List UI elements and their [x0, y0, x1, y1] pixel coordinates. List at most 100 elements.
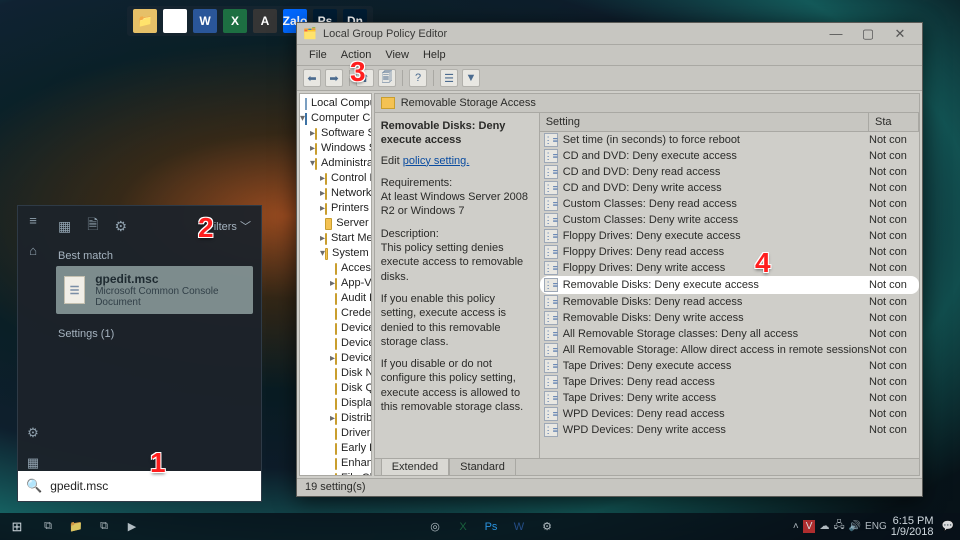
- properties-button[interactable]: ☰: [440, 69, 458, 87]
- setting-row[interactable]: ⋮≡Floppy Drives: Deny write accessNot co…: [540, 260, 919, 276]
- tree-node[interactable]: ▸Credentials Delegation: [300, 306, 371, 321]
- setting-row[interactable]: ⋮≡WPD Devices: Deny read accessNot con: [540, 406, 919, 422]
- titlebar[interactable]: 🗂️ Local Group Policy Editor — ▢ ✕: [297, 23, 922, 45]
- forward-button[interactable]: ➡: [325, 69, 343, 87]
- menu-help[interactable]: Help: [417, 47, 452, 63]
- scope-all-icon[interactable]: ≡: [25, 212, 41, 228]
- minimize-button[interactable]: —: [820, 26, 852, 41]
- maximize-button[interactable]: ▢: [852, 26, 884, 42]
- setting-row[interactable]: ⋮≡Set time (in seconds) to force rebootN…: [540, 132, 919, 148]
- col-state[interactable]: Sta: [869, 113, 919, 131]
- scope-apps-icon[interactable]: ▦: [25, 455, 41, 471]
- search-input[interactable]: [50, 479, 253, 493]
- tree-node[interactable]: ▸App-V: [300, 276, 371, 291]
- settings-list[interactable]: Setting Sta ⋮≡Set time (in seconds) to f…: [540, 113, 919, 458]
- tree-node[interactable]: ▸Disk NV Cache: [300, 366, 371, 381]
- tree-node[interactable]: ▾System: [300, 246, 371, 261]
- clock[interactable]: 6:15 PM 1/9/2018: [891, 516, 938, 538]
- taskview-icon[interactable]: ⧉: [34, 516, 62, 538]
- tree-node[interactable]: ▸Device Health Attestation Service: [300, 336, 371, 351]
- tree-node[interactable]: ▸Device Guard: [300, 321, 371, 336]
- settings2-icon[interactable]: ⚙: [533, 516, 561, 538]
- settings-icon[interactable]: ⚙: [115, 218, 128, 235]
- tree-node[interactable]: ▸Device Installation: [300, 351, 371, 366]
- tray-network-icon[interactable]: 🖧: [833, 518, 844, 535]
- setting-row[interactable]: ⋮≡Floppy Drives: Deny execute accessNot …: [540, 228, 919, 244]
- app-word-icon[interactable]: W: [193, 9, 217, 33]
- menu-view[interactable]: View: [379, 47, 415, 63]
- setting-row[interactable]: ⋮≡Custom Classes: Deny write accessNot c…: [540, 212, 919, 228]
- tree-node[interactable]: ▸Software Settings: [300, 126, 371, 141]
- vscode-icon[interactable]: ⧉: [90, 516, 118, 538]
- tree-node[interactable]: ▸Distributed COM: [300, 411, 371, 426]
- tree-node[interactable]: ▸Network: [300, 186, 371, 201]
- tree-node[interactable]: ▸Start Menu and Taskbar: [300, 231, 371, 246]
- tree-pane[interactable]: ▸Local Computer Policy▾Computer Configur…: [299, 93, 372, 476]
- tree-node[interactable]: ▾Computer Configuration: [300, 111, 371, 126]
- col-setting[interactable]: Setting: [540, 113, 869, 131]
- chrome-icon[interactable]: ◎: [421, 516, 449, 538]
- tree-node[interactable]: ▸Local Computer Policy: [300, 96, 371, 111]
- app-excel-icon[interactable]: X: [223, 9, 247, 33]
- tree-node[interactable]: ▸Control Panel: [300, 171, 371, 186]
- app-chrome-icon[interactable]: ◎: [163, 9, 187, 33]
- tray-up-icon[interactable]: ˄: [793, 521, 799, 532]
- setting-row[interactable]: ⋮≡Tape Drives: Deny write accessNot con: [540, 390, 919, 406]
- ps2-icon[interactable]: Ps: [477, 516, 505, 538]
- tree-node[interactable]: ▸Printers: [300, 201, 371, 216]
- tree-node[interactable]: ▸Early Launch Antimalware: [300, 441, 371, 456]
- tree-node[interactable]: ▾Administrative Templates: [300, 156, 371, 171]
- filter-button[interactable]: ▼: [462, 69, 480, 87]
- setting-row[interactable]: ⋮≡Removable Disks: Deny write accessNot …: [540, 310, 919, 326]
- setting-row[interactable]: ⋮≡Removable Disks: Deny execute accessNo…: [540, 276, 919, 294]
- tray-onedrive-icon[interactable]: ☁: [819, 521, 829, 532]
- tree-node[interactable]: ▸Server: [300, 216, 371, 231]
- app-garena-icon[interactable]: A: [253, 9, 277, 33]
- help-button[interactable]: ?: [409, 69, 427, 87]
- word2-icon[interactable]: W: [505, 516, 533, 538]
- documents-icon[interactable]: 🗎: [87, 214, 98, 238]
- action-center-icon[interactable]: 💬: [942, 521, 954, 532]
- menu-file[interactable]: File: [303, 47, 333, 63]
- tree-node[interactable]: ▸Windows Settings: [300, 141, 371, 156]
- refresh-button[interactable]: 🗐: [378, 69, 396, 87]
- search-top-icons: ▦ 🗎 ⚙ Filters ﹀: [48, 206, 261, 244]
- setting-row[interactable]: ⋮≡All Removable Storage classes: Deny al…: [540, 326, 919, 342]
- setting-row[interactable]: ⋮≡Custom Classes: Deny read accessNot co…: [540, 196, 919, 212]
- tray-volume-icon[interactable]: 🔊: [849, 521, 861, 532]
- setting-row[interactable]: ⋮≡CD and DVD: Deny read accessNot con: [540, 164, 919, 180]
- scope-home-icon[interactable]: ⌂: [25, 242, 41, 258]
- tree-node[interactable]: ▸Disk Quotas: [300, 381, 371, 396]
- start-button[interactable]: ⊞: [0, 519, 34, 535]
- setting-row[interactable]: ⋮≡All Removable Storage: Allow direct ac…: [540, 342, 919, 358]
- excel2-icon[interactable]: X: [449, 516, 477, 538]
- search-result[interactable]: ☰ gpedit.msc Microsoft Common Console Do…: [56, 266, 253, 314]
- tree-node[interactable]: ▸Display: [300, 396, 371, 411]
- tree-node[interactable]: ▸Audit Process Creation: [300, 291, 371, 306]
- apps-icon[interactable]: ▦: [58, 218, 71, 235]
- setting-row[interactable]: ⋮≡Tape Drives: Deny execute accessNot co…: [540, 358, 919, 374]
- close-button[interactable]: ✕: [884, 26, 916, 42]
- tray-unikey-icon[interactable]: V: [803, 520, 816, 533]
- back-button[interactable]: ⬅: [303, 69, 321, 87]
- explorer-icon[interactable]: 📁: [62, 516, 90, 538]
- scope-settings-icon[interactable]: ⚙: [25, 425, 41, 441]
- tree-node[interactable]: ▸Access-Denied Assistance: [300, 261, 371, 276]
- tray-lang[interactable]: ENG: [865, 521, 887, 532]
- setting-row[interactable]: ⋮≡CD and DVD: Deny execute accessNot con: [540, 148, 919, 164]
- tab-extended[interactable]: Extended: [381, 459, 449, 475]
- tree-node[interactable]: ▸Driver Installation: [300, 426, 371, 441]
- setting-row[interactable]: ⋮≡CD and DVD: Deny write accessNot con: [540, 180, 919, 196]
- setting-row[interactable]: ⋮≡Floppy Drives: Deny read accessNot con: [540, 244, 919, 260]
- tree-node[interactable]: ▸File Classification Infrastructure: [300, 471, 371, 476]
- setting-row[interactable]: ⋮≡Removable Disks: Deny read accessNot c…: [540, 294, 919, 310]
- app-explorer-icon[interactable]: 📁: [133, 9, 157, 33]
- tree-node[interactable]: ▸Enhanced Storage Access: [300, 456, 371, 471]
- video-icon[interactable]: ▶: [118, 516, 146, 538]
- setting-row[interactable]: ⋮≡Tape Drives: Deny read accessNot con: [540, 374, 919, 390]
- setting-row[interactable]: ⋮≡WPD Devices: Deny write accessNot con: [540, 422, 919, 438]
- edit-policy-link[interactable]: policy setting.: [403, 155, 470, 167]
- search-box[interactable]: 🔍: [18, 471, 261, 501]
- settings-group-label[interactable]: Settings (1): [48, 314, 261, 354]
- tab-standard[interactable]: Standard: [449, 459, 516, 475]
